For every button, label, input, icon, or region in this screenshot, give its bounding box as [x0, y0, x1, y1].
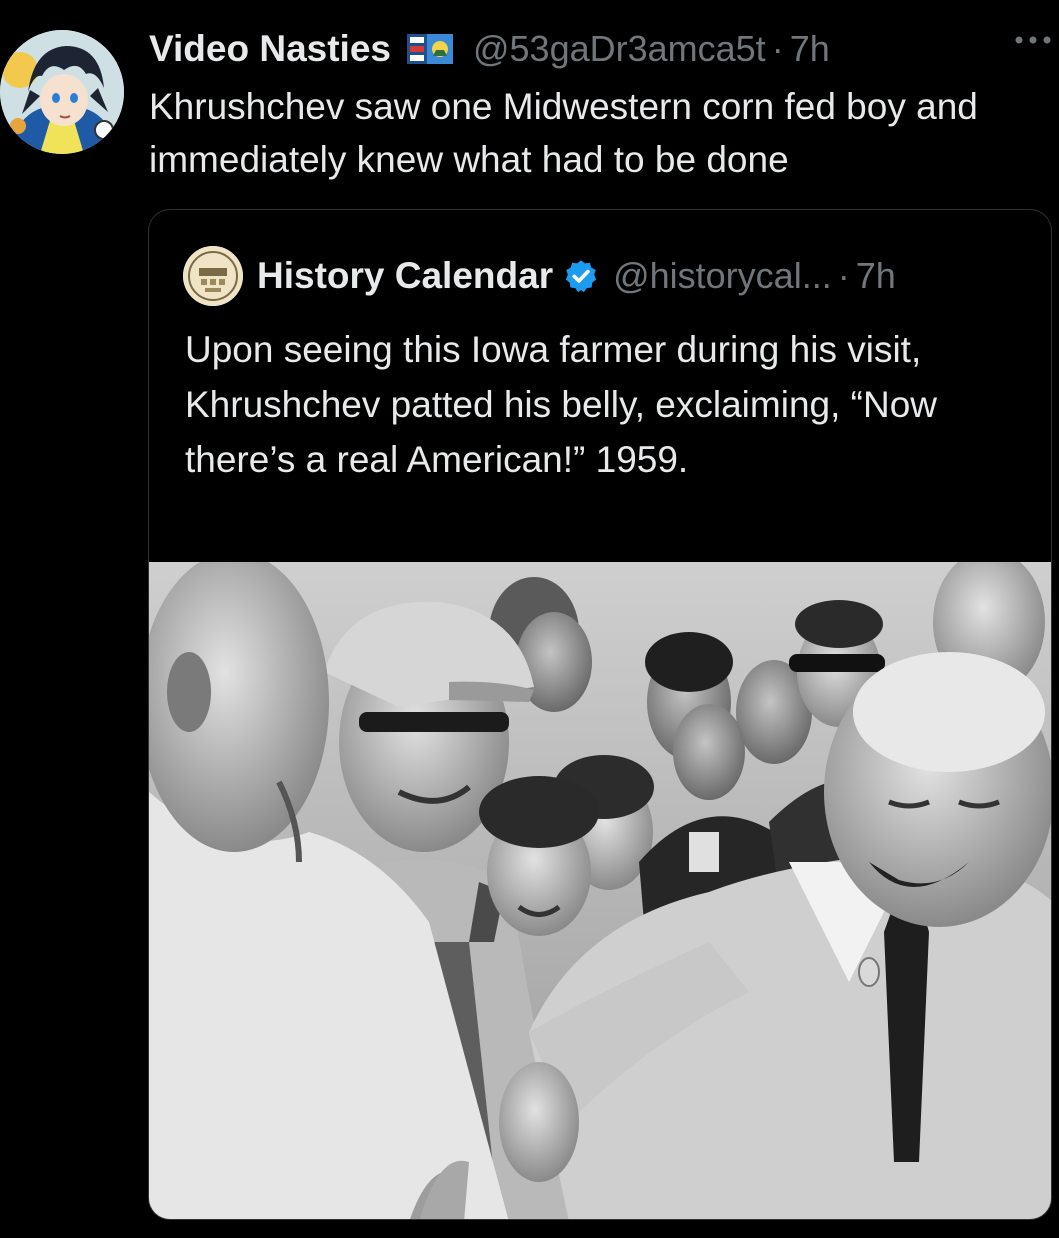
post-timestamp[interactable]: 7h — [790, 28, 830, 70]
separator-dot: · — [837, 255, 850, 296]
author-display-name[interactable]: Video Nasties — [149, 28, 391, 70]
black-and-white-photo — [149, 562, 1051, 1219]
tweet[interactable]: Video Nasties @53gaDr3amca5t · 7h Khrush… — [0, 0, 1059, 1238]
quoted-timestamp[interactable]: 7h — [856, 255, 896, 297]
quoted-tweet-header: History Calendar @historycal... · 7h — [183, 246, 896, 306]
tweet-header: Video Nasties @53gaDr3amca5t · 7h — [149, 24, 1039, 74]
anime-avatar-icon — [0, 30, 124, 154]
tweet-text: Khrushchev saw one Midwestern corn fed b… — [149, 86, 978, 180]
quoted-avatar[interactable] — [183, 246, 243, 306]
separator-dot: · — [771, 28, 784, 69]
flag-icon — [406, 34, 453, 64]
avatar[interactable] — [0, 30, 124, 154]
quoted-photo[interactable] — [149, 562, 1051, 1219]
verified-badge-icon — [565, 260, 597, 293]
history-calendar-logo — [183, 246, 243, 306]
quoted-author-display-name[interactable]: History Calendar — [257, 255, 553, 297]
more-horizontal-icon[interactable] — [1013, 30, 1053, 50]
author-handle[interactable]: @53gaDr3amca5t — [473, 28, 766, 70]
quoted-author-handle[interactable]: @historycal... — [613, 255, 832, 297]
quoted-tweet-text: Upon seeing this Iowa farmer during his … — [185, 329, 937, 480]
quoted-tweet[interactable]: History Calendar @historycal... · 7h Upo… — [148, 209, 1052, 1220]
